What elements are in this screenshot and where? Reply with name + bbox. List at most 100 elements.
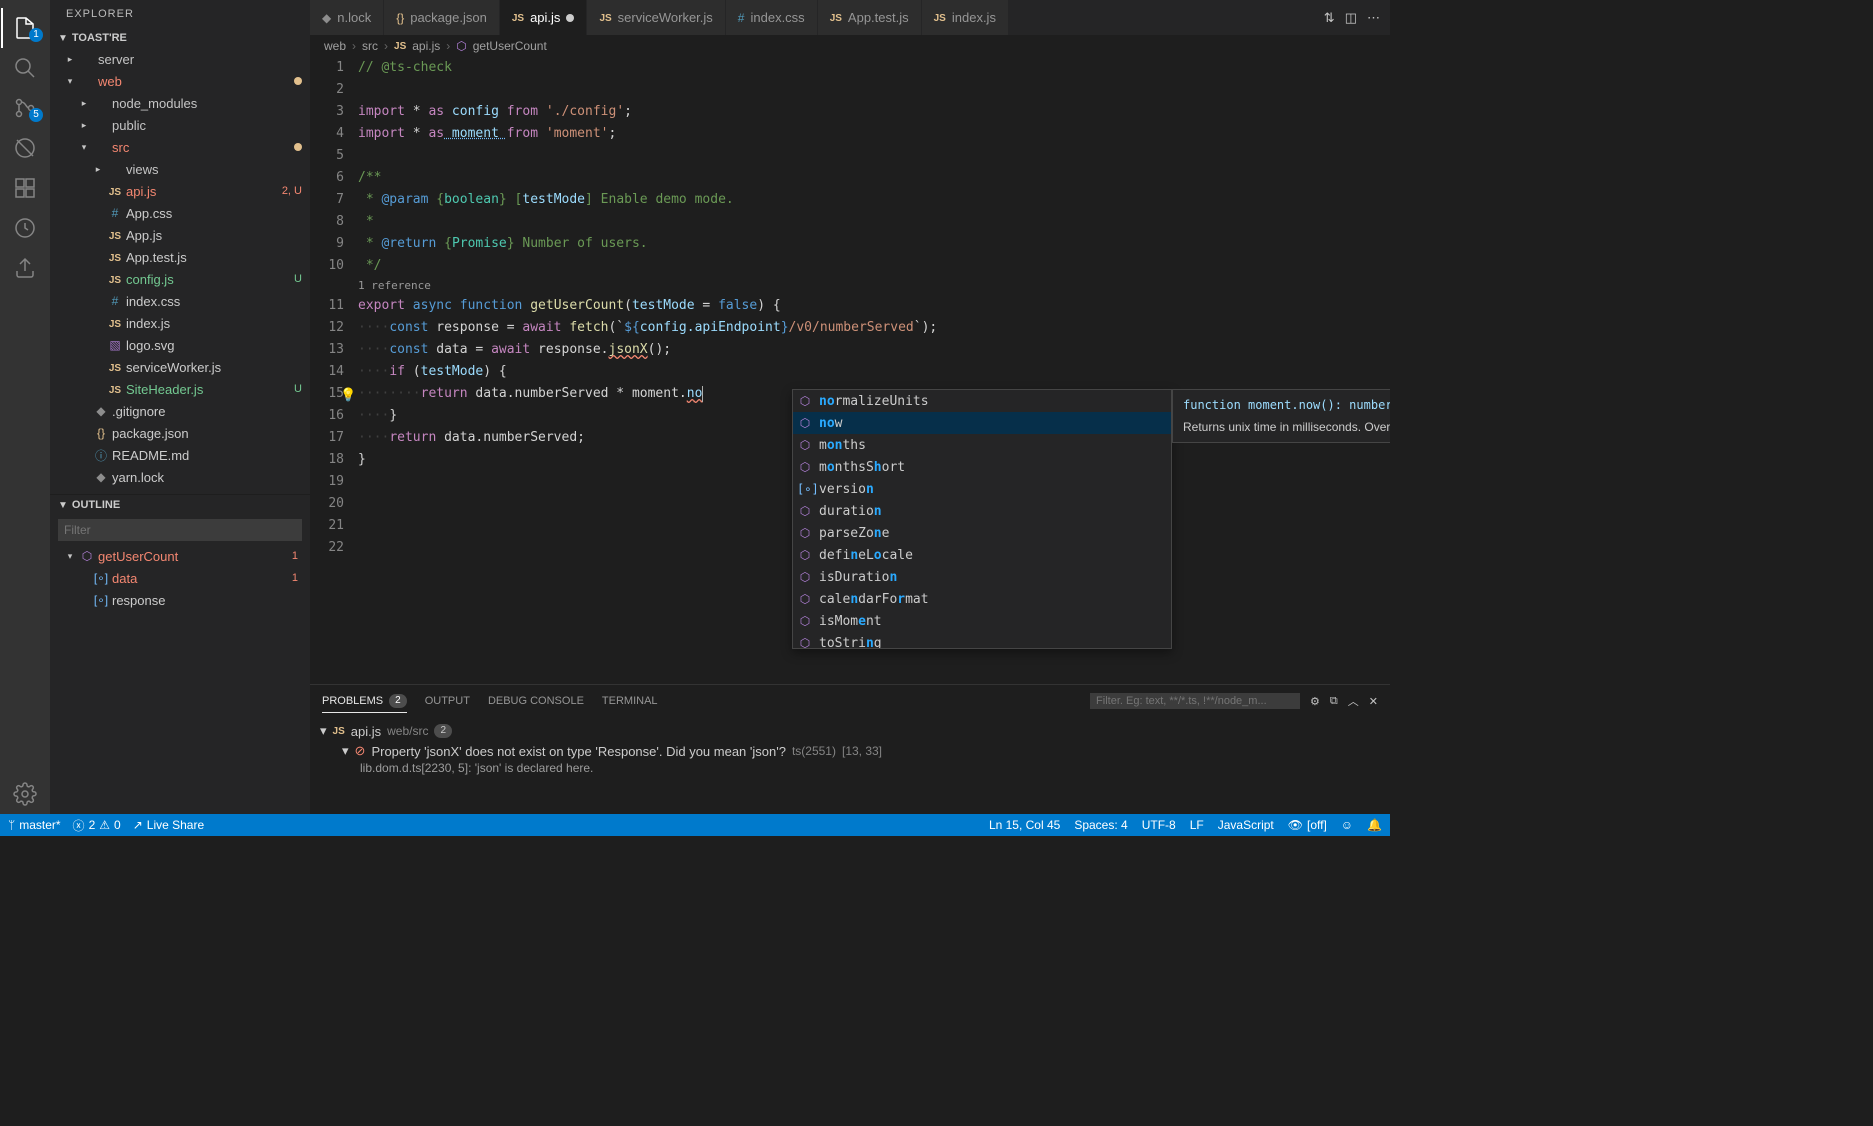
file-row[interactable]: ▧logo.svg bbox=[50, 334, 310, 356]
panel: PROBLEMS2 OUTPUT DEBUG CONSOLE TERMINAL ⚙ ⧉… bbox=[310, 684, 1390, 814]
activity-explorer[interactable]: 1 bbox=[1, 8, 49, 48]
file-row[interactable]: ⓘREADME.md bbox=[50, 444, 310, 466]
file-row[interactable]: JSApp.test.js bbox=[50, 246, 310, 268]
activity-debug[interactable] bbox=[1, 128, 49, 168]
activity-settings[interactable] bbox=[1, 774, 49, 814]
explorer-badge: 1 bbox=[29, 28, 43, 42]
file-row[interactable]: #index.css bbox=[50, 290, 310, 312]
suggest-item[interactable]: ⬡months bbox=[793, 434, 1171, 456]
status-liveshare[interactable]: ↗ Live Share bbox=[133, 818, 204, 832]
status-bell-icon[interactable]: 🔔 bbox=[1367, 818, 1382, 832]
file-tree: ▸server▾web▸node_modules▸public▾src▸view… bbox=[50, 48, 310, 494]
scm-badge: 5 bbox=[29, 108, 43, 122]
activity-search[interactable] bbox=[1, 48, 49, 88]
more-icon[interactable]: ⋯ bbox=[1367, 10, 1380, 26]
chevron-up-icon[interactable]: ︿ bbox=[1348, 693, 1359, 709]
outline-item[interactable]: [∘]data1 bbox=[50, 567, 310, 589]
section-header-project[interactable]: ▼ TOAST'RE bbox=[50, 28, 310, 48]
close-panel-icon[interactable]: ✕ bbox=[1369, 695, 1378, 708]
status-branch[interactable]: ᛘ master* bbox=[8, 818, 61, 832]
outline-filter-input[interactable] bbox=[58, 519, 302, 541]
activity-timeline[interactable] bbox=[1, 208, 49, 248]
suggest-item[interactable]: ⬡monthsShort bbox=[793, 456, 1171, 478]
problem-file-row[interactable]: ▾ JS api.js web/src 2 bbox=[320, 721, 1380, 741]
folder-row[interactable]: ▾web bbox=[50, 70, 310, 92]
tab[interactable]: {}package.json bbox=[384, 0, 500, 35]
suggest-item[interactable]: ⬡toString bbox=[793, 632, 1171, 649]
activity-share[interactable] bbox=[1, 248, 49, 288]
split-editor-icon[interactable]: ◫ bbox=[1345, 10, 1357, 26]
editor-area: ◆n.lock{}package.jsonJSapi.jsJSserviceWo… bbox=[310, 0, 1390, 814]
suggest-item[interactable]: ⬡isDuration bbox=[793, 566, 1171, 588]
outline-item[interactable]: [∘]response bbox=[50, 589, 310, 611]
file-row[interactable]: ◆yarn.lock bbox=[50, 466, 310, 488]
panel-tab[interactable]: DEBUG CONSOLE bbox=[488, 695, 584, 707]
suggest-item[interactable]: ⬡calendarFormat bbox=[793, 588, 1171, 610]
folder-row[interactable]: ▸views bbox=[50, 158, 310, 180]
panel-tab[interactable]: PROBLEMS2 bbox=[322, 694, 407, 713]
status-encoding[interactable]: UTF-8 bbox=[1142, 818, 1176, 832]
code-area[interactable]: 12345678910111213141516171819202122 // @… bbox=[310, 57, 1390, 684]
file-row[interactable]: JSApp.js bbox=[50, 224, 310, 246]
status-cursor[interactable]: Ln 15, Col 45 bbox=[989, 818, 1060, 832]
status-problems[interactable]: ⓧ 2 ⚠ 0 bbox=[73, 817, 121, 834]
suggest-item[interactable]: [∘]version bbox=[793, 478, 1171, 500]
tab[interactable]: JSserviceWorker.js bbox=[587, 0, 725, 35]
status-indent[interactable]: Spaces: 4 bbox=[1074, 818, 1127, 832]
tabs: ◆n.lock{}package.jsonJSapi.jsJSserviceWo… bbox=[310, 0, 1390, 35]
suggest-doc: × function moment.now(): number Returns … bbox=[1172, 389, 1390, 443]
outline-item[interactable]: ▾⬡getUserCount1 bbox=[50, 545, 310, 567]
problem-related[interactable]: lib.dom.d.ts[2230, 5]: 'json' is declare… bbox=[320, 761, 1380, 775]
folder-row[interactable]: ▸node_modules bbox=[50, 92, 310, 114]
suggest-item[interactable]: ⬡isMoment bbox=[793, 610, 1171, 632]
suggest-item[interactable]: ⬡parseZone bbox=[793, 522, 1171, 544]
status-language[interactable]: JavaScript bbox=[1218, 818, 1274, 832]
status-feedback-icon[interactable]: ☺ bbox=[1341, 818, 1353, 832]
tab[interactable]: JSApp.test.js bbox=[818, 0, 922, 35]
file-row[interactable]: #App.css bbox=[50, 202, 310, 224]
panel-tab[interactable]: TERMINAL bbox=[602, 695, 658, 707]
file-row[interactable]: JSapi.js2, U bbox=[50, 180, 310, 202]
suggest-description: Returns unix time in milliseconds. Overw… bbox=[1183, 420, 1390, 434]
sidebar: EXPLORER ▼ TOAST'RE ▸server▾web▸node_mod… bbox=[50, 0, 310, 814]
tab[interactable]: ◆n.lock bbox=[310, 0, 384, 35]
problems-filter-input[interactable] bbox=[1090, 693, 1300, 709]
chevron-down-icon: ▾ bbox=[342, 743, 349, 759]
file-row[interactable]: JSSiteHeader.jsU bbox=[50, 378, 310, 400]
suggest-widget[interactable]: ⬡normalizeUnits⬡now⬡months⬡monthsShort[∘… bbox=[792, 389, 1172, 649]
statusbar: ᛘ master* ⓧ 2 ⚠ 0 ↗ Live Share Ln 15, Co… bbox=[0, 814, 1390, 836]
activity-scm[interactable]: 5 bbox=[1, 88, 49, 128]
tab-actions: ⇅ ◫ ⋯ bbox=[1314, 0, 1390, 35]
suggest-item[interactable]: ⬡now bbox=[793, 412, 1171, 434]
gutter: 12345678910111213141516171819202122 bbox=[310, 57, 358, 684]
folder-row[interactable]: ▸public bbox=[50, 114, 310, 136]
section-header-outline[interactable]: ▼ OUTLINE bbox=[50, 495, 310, 515]
suggest-item[interactable]: ⬡normalizeUnits bbox=[793, 390, 1171, 412]
folder-row[interactable]: ▾src bbox=[50, 136, 310, 158]
breadcrumbs[interactable]: web›src›JSapi.js›⬡getUserCount bbox=[310, 35, 1390, 57]
tab[interactable]: JSapi.js bbox=[500, 0, 588, 35]
file-row[interactable]: ◆.gitignore bbox=[50, 400, 310, 422]
sidebar-title: EXPLORER bbox=[50, 0, 310, 28]
compare-icon[interactable]: ⇅ bbox=[1324, 10, 1335, 26]
file-row[interactable]: JSindex.js bbox=[50, 312, 310, 334]
file-row[interactable]: JSconfig.jsU bbox=[50, 268, 310, 290]
file-row[interactable]: {}package.json bbox=[50, 422, 310, 444]
chevron-down-icon: ▾ bbox=[320, 723, 327, 739]
status-tsserver[interactable]: 👁 [off] bbox=[1288, 818, 1327, 832]
file-row[interactable]: JSserviceWorker.js bbox=[50, 356, 310, 378]
panel-tabs: PROBLEMS2 OUTPUT DEBUG CONSOLE TERMINAL ⚙ ⧉… bbox=[310, 685, 1390, 717]
activity-extensions[interactable] bbox=[1, 168, 49, 208]
problems-list: ▾ JS api.js web/src 2 ▾ ⊘ Property 'json… bbox=[310, 717, 1390, 814]
error-icon: ⊘ bbox=[355, 743, 366, 759]
suggest-item[interactable]: ⬡duration bbox=[793, 500, 1171, 522]
collapse-icon[interactable]: ⧉ bbox=[1330, 695, 1338, 708]
panel-tab[interactable]: OUTPUT bbox=[425, 695, 470, 707]
folder-row[interactable]: ▸server bbox=[50, 48, 310, 70]
filter-settings-icon[interactable]: ⚙ bbox=[1310, 695, 1320, 708]
tab[interactable]: #index.css bbox=[726, 0, 818, 35]
status-eol[interactable]: LF bbox=[1190, 818, 1204, 832]
suggest-item[interactable]: ⬡defineLocale bbox=[793, 544, 1171, 566]
tab[interactable]: JSindex.js bbox=[922, 0, 1009, 35]
problem-item[interactable]: ▾ ⊘ Property 'jsonX' does not exist on t… bbox=[320, 741, 1380, 761]
